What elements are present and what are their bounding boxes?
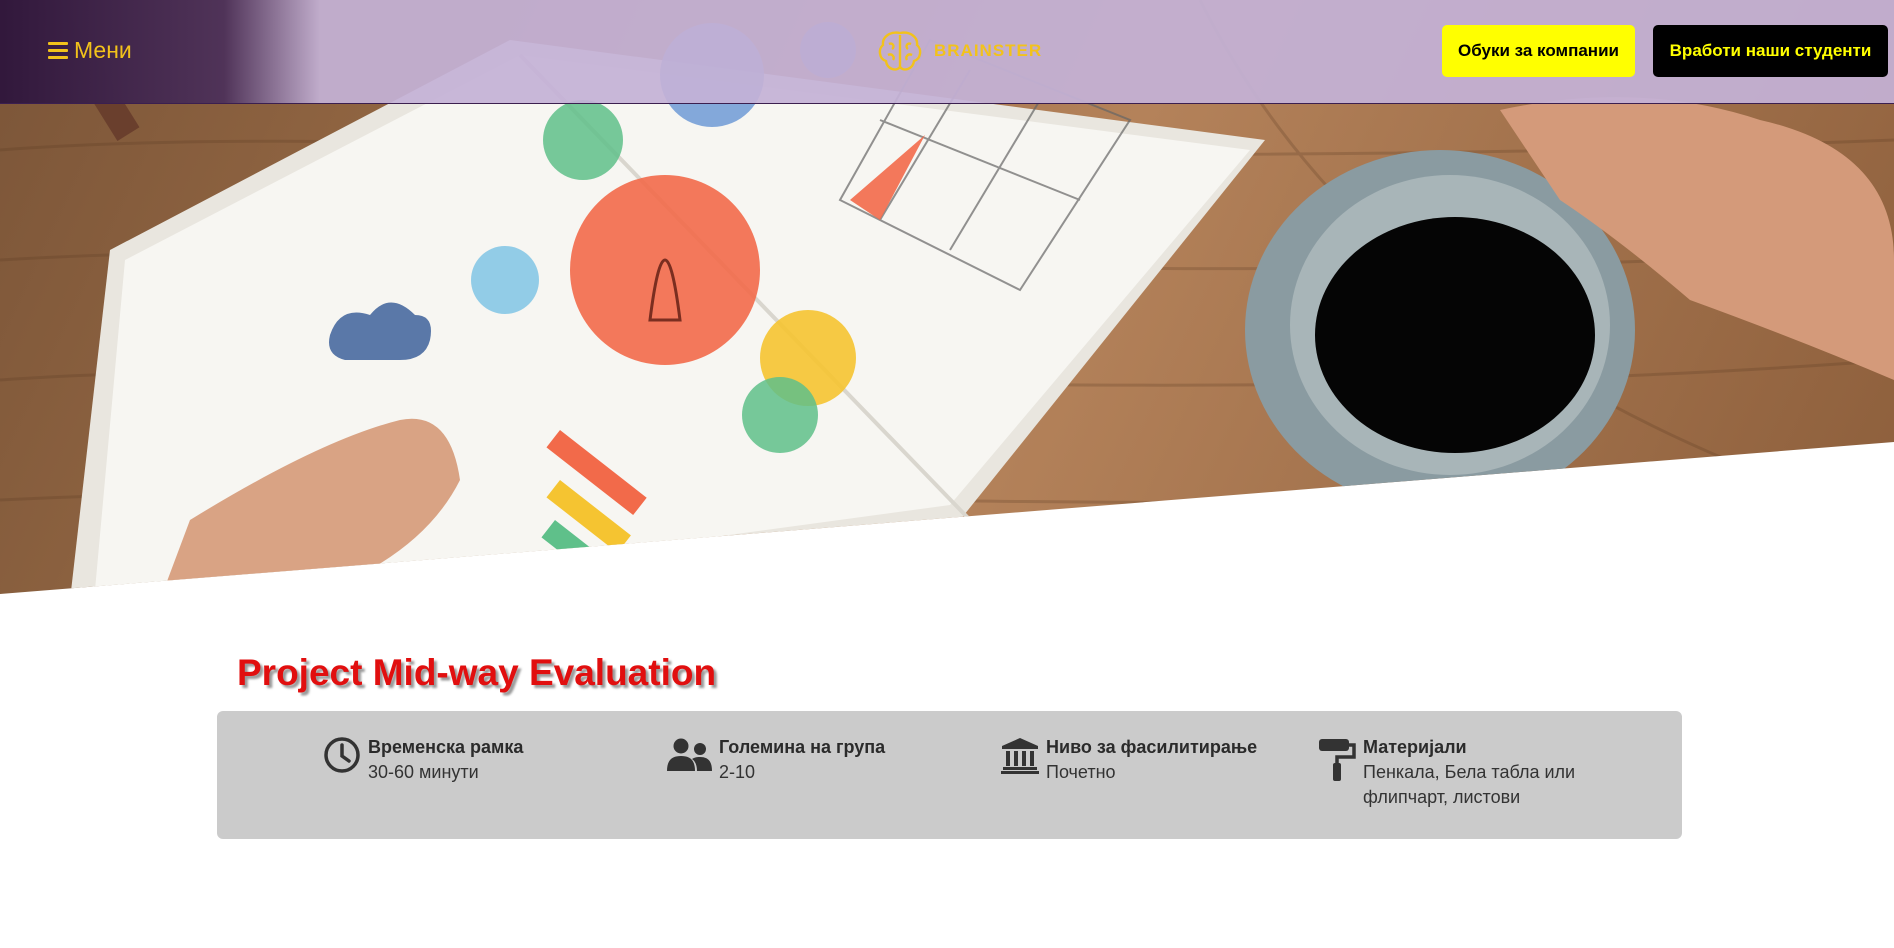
menu-button[interactable]: Мени: [48, 34, 132, 66]
info-value: Почетно: [1046, 762, 1116, 782]
info-label: Големина на група: [719, 737, 886, 757]
brain-logo-icon: [878, 31, 922, 71]
info-value: 30-60 минути: [368, 762, 479, 782]
activity-info-panel: Временска рамка 30-60 минути Големина на…: [217, 711, 1682, 839]
hamburger-icon: [48, 41, 68, 59]
info-value: 2-10: [719, 762, 756, 782]
info-materials: Материјали Пенкала, Бела табла или флипч…: [1317, 735, 1617, 810]
institution-icon: [1001, 738, 1039, 774]
info-label: Материјали: [1363, 737, 1467, 757]
info-group-size: Големина на група 2-10: [665, 735, 885, 785]
paint-roller-icon: [1319, 739, 1356, 781]
brand-logo[interactable]: BRAINSTER: [876, 26, 1042, 76]
page-title: Project Mid-way Evaluation: [237, 652, 717, 693]
info-label: Временска рамка: [368, 737, 524, 757]
logo-wordmark: BRAINSTER: [934, 41, 1043, 60]
info-value: Пенкала, Бела табла или флипчарт, листов…: [1363, 762, 1576, 807]
hire-students-button[interactable]: Вработи наши студенти: [1653, 25, 1888, 77]
corporate-training-button[interactable]: Обуки за компании: [1442, 25, 1635, 77]
top-navbar: Мени BRAINSTER Обуки за компании Вработи…: [0, 0, 1894, 104]
users-icon: [667, 738, 712, 771]
clock-icon: [324, 737, 360, 773]
info-facilitation-level: Ниво за фасилитирање Почетно: [1000, 735, 1257, 785]
info-timeframe: Временска рамка 30-60 минути: [322, 735, 523, 785]
menu-label: Мени: [74, 36, 132, 63]
info-label: Ниво за фасилитирање: [1046, 737, 1258, 757]
